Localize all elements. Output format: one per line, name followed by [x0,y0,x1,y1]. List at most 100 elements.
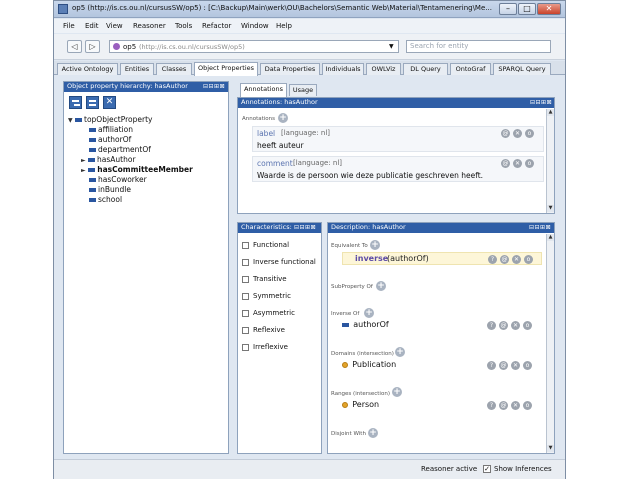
tab-classes[interactable]: Classes [156,63,192,75]
forward-button[interactable]: ▷ [85,40,100,53]
annotations-view-controls-icon[interactable]: ⊟⊟⊞⊠ [530,99,552,107]
tree-item-hascommitteemember[interactable]: ► hasCommitteeMember [81,165,193,174]
show-inferences-checkbox[interactable]: ✓ [483,465,491,473]
add-domain-button[interactable]: + [395,347,405,357]
annotations-scrollbar[interactable]: ▲ ▼ [546,109,554,213]
tree-item-inbundle[interactable]: inBundle [89,185,131,194]
functional-checkbox[interactable] [242,242,249,249]
irreflexive-label: Irreflexive [253,343,288,351]
tab-owlviz[interactable]: OWLViz [366,63,401,75]
symmetric-checkbox[interactable] [242,293,249,300]
inverse-of-edit-icon[interactable]: o [523,321,532,330]
inverse-of-delete-icon[interactable]: ✕ [511,321,520,330]
add-inverse-of-button[interactable]: + [364,308,374,318]
add-subproperty-icon [72,100,79,102]
equivalent-annotate-icon[interactable]: @ [500,255,509,264]
range-row[interactable]: Person ? @ ✕ o [342,400,542,412]
annotation-delete-icon[interactable]: ✕ [513,129,522,138]
add-subproperty-button[interactable] [69,96,82,109]
tree-item-label: hasCoworker [98,175,147,184]
reflexive-checkbox[interactable] [242,327,249,334]
menu-file[interactable]: File [63,22,75,30]
scroll-down-icon[interactable]: ▼ [547,205,554,212]
irreflexive-checkbox[interactable] [242,344,249,351]
annotation-info-icon[interactable]: @ [501,129,510,138]
add-subproperty-of-button[interactable]: + [376,281,386,291]
tab-individuals[interactable]: Individuals [322,63,364,75]
menu-window[interactable]: Window [241,22,269,30]
menu-reasoner[interactable]: Reasoner [133,22,166,30]
tab-dl-query[interactable]: DL Query [403,63,448,75]
collapse-icon[interactable]: ▼ [68,117,73,124]
inverse-of-row[interactable]: authorOf ? @ ✕ o [342,320,542,332]
object-property-icon [342,323,349,327]
tree-item-topobjectproperty[interactable]: ▼ topObjectProperty [68,115,152,124]
transitive-checkbox[interactable] [242,276,249,283]
expand-icon[interactable]: ► [81,157,86,164]
characteristics-view-controls-icon[interactable]: ⊟⊟⊞⊠ [294,224,316,232]
tab-annotations[interactable]: Annotations [240,83,287,97]
tree-item-authorof[interactable]: authorOf [89,135,131,144]
tree-item-hascoworker[interactable]: hasCoworker [89,175,147,184]
minimize-button[interactable]: – [499,3,517,15]
range-delete-icon[interactable]: ✕ [511,401,520,410]
view-controls-icon[interactable]: ⊟⊟⊞⊠ [203,83,225,91]
range-annotate-icon[interactable]: @ [499,401,508,410]
close-button[interactable]: ✕ [537,3,561,15]
inverse-functional-checkbox[interactable] [242,259,249,266]
annotation-value: Waarde is de persoon wie deze publicatie… [257,171,484,180]
add-disjoint-button[interactable]: + [368,428,378,438]
menu-help[interactable]: Help [276,22,292,30]
description-scrollbar[interactable]: ▲ ▼ [546,234,554,453]
add-annotation-button[interactable]: + [278,113,288,123]
tab-ontograf[interactable]: OntoGraf [450,63,491,75]
equivalent-delete-icon[interactable]: ✕ [512,255,521,264]
range-info-icon[interactable]: ? [487,401,496,410]
annotation-edit-icon[interactable]: o [525,129,534,138]
menu-view[interactable]: View [106,22,123,30]
add-sibling-button[interactable] [86,96,99,109]
maximize-button[interactable]: □ [518,3,536,15]
tab-usage[interactable]: Usage [289,84,317,96]
domain-delete-icon[interactable]: ✕ [511,361,520,370]
description-view-controls-icon[interactable]: ⊟⊟⊞⊠ [529,224,551,232]
tab-data-properties[interactable]: Data Properties [260,63,320,75]
equivalent-edit-icon[interactable]: o [524,255,533,264]
tree-item-affiliation[interactable]: affiliation [89,125,133,134]
tab-entities[interactable]: Entities [120,63,154,75]
domain-edit-icon[interactable]: o [523,361,532,370]
menu-edit[interactable]: Edit [85,22,99,30]
back-button[interactable]: ◁ [67,40,82,53]
inverse-of-info-icon[interactable]: ? [487,321,496,330]
add-sibling-icon-line [89,104,96,106]
tree-item-label: hasAuthor [97,155,136,164]
annotation-delete-icon[interactable]: ✕ [513,159,522,168]
search-input[interactable]: Search for entity [406,40,551,53]
domain-info-icon[interactable]: ? [487,361,496,370]
domain-row[interactable]: Publication ? @ ✕ o [342,360,542,372]
tab-object-properties[interactable]: Object Properties [194,62,258,76]
annotation-edit-icon[interactable]: o [525,159,534,168]
inverse-of-annotate-icon[interactable]: @ [499,321,508,330]
tree-item-departmentof[interactable]: departmentOf [89,145,151,154]
range-edit-icon[interactable]: o [523,401,532,410]
add-range-button[interactable]: + [392,387,402,397]
domain-annotate-icon[interactable]: @ [499,361,508,370]
menu-tools[interactable]: Tools [175,22,192,30]
expand-icon[interactable]: ► [81,167,86,174]
tab-active-ontology[interactable]: Active Ontology [57,63,118,75]
equivalent-info-icon[interactable]: ? [488,255,497,264]
tab-sparql-query[interactable]: SPARQL Query [493,63,551,75]
asymmetric-checkbox[interactable] [242,310,249,317]
tree-item-hasauthor[interactable]: ► hasAuthor [81,155,136,164]
scroll-up-icon[interactable]: ▲ [547,234,554,241]
active-ontology-select[interactable]: op5 (http://is.cs.ou.nl/cursusSW/op5) ▼ [109,40,399,53]
scroll-down-icon[interactable]: ▼ [547,445,554,452]
annotation-info-icon[interactable]: @ [501,159,510,168]
equivalent-row[interactable]: inverse (authorOf) ? @ ✕ o [342,252,542,265]
menu-refactor[interactable]: Refactor [202,22,231,30]
delete-property-button[interactable]: ✕ [103,96,116,109]
add-equivalent-button[interactable]: + [370,240,380,250]
tree-item-school[interactable]: school [89,195,122,204]
scroll-up-icon[interactable]: ▲ [547,109,554,116]
